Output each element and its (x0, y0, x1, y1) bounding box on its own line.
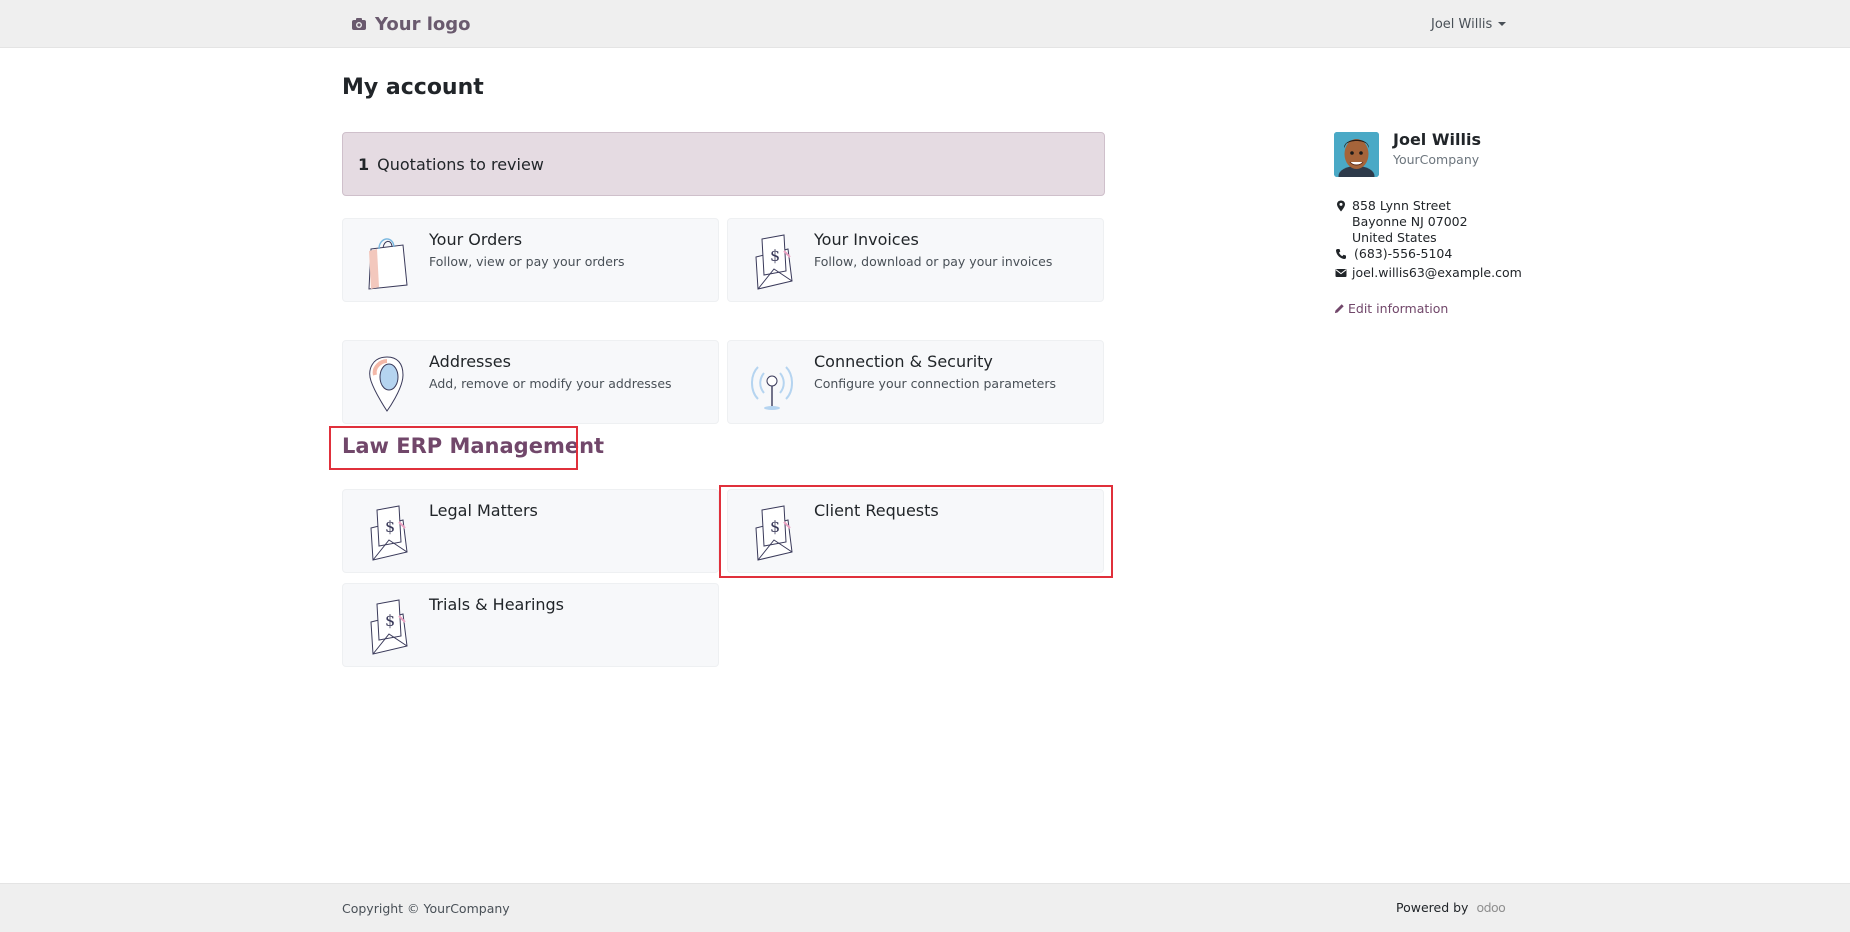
antenna-icon (751, 366, 793, 410)
card-title: Your Orders (429, 230, 523, 249)
sidebar-company: YourCompany (1393, 152, 1480, 167)
card-description: Configure your connection parameters (814, 376, 1056, 391)
document-envelope-icon: $ (370, 599, 408, 655)
card-legal-matters[interactable]: $ Legal Matters (342, 489, 719, 573)
card-addresses[interactable]: Addresses Add, remove or modify your add… (342, 340, 719, 424)
envelope-icon (1335, 269, 1347, 277)
address-line-1: 858 Lynn Street (1352, 198, 1451, 213)
document-envelope-icon: $ (370, 505, 408, 561)
user-dropdown[interactable]: Joel Willis (1431, 15, 1507, 33)
address-line-3: United States (1352, 230, 1437, 245)
card-title: Addresses (429, 352, 511, 371)
user-name: Joel Willis (1431, 16, 1493, 32)
top-navbar: Your logo Joel Willis (0, 0, 1850, 48)
quotations-alert[interactable]: 1 Quotations to review (342, 132, 1105, 196)
card-title: Legal Matters (429, 501, 538, 520)
law-erp-section-title: Law ERP Management (342, 434, 605, 458)
card-description: Add, remove or modify your addresses (429, 376, 672, 391)
map-marker-icon (1337, 200, 1345, 212)
svg-text:$: $ (770, 517, 780, 536)
phone-number: (683)-556-5104 (1354, 246, 1453, 261)
card-title: Trials & Hearings (429, 595, 565, 614)
footer: Copyright © YourCompany Powered by odoo (0, 883, 1850, 932)
card-title: Client Requests (814, 501, 939, 520)
odoo-logo[interactable]: odoo (1476, 900, 1505, 915)
logo-text: Your logo (375, 13, 471, 35)
sidebar-name: Joel Willis (1393, 130, 1481, 149)
avatar (1334, 132, 1379, 177)
address-line-2: Bayonne NJ 07002 (1352, 214, 1468, 229)
shopping-bag-icon (368, 238, 408, 290)
camera-icon (352, 18, 366, 30)
card-trials-hearings[interactable]: $ Trials & Hearings (342, 583, 719, 667)
card-description: Follow, download or pay your invoices (814, 254, 1053, 269)
svg-text:$: $ (385, 611, 395, 630)
card-connection-security[interactable]: Connection & Security Configure your con… (727, 340, 1104, 424)
edit-information-label: Edit information (1348, 301, 1449, 316)
card-your-orders[interactable]: Your Orders Follow, view or pay your ord… (342, 218, 719, 302)
copyright-text: Copyright © YourCompany (342, 901, 510, 916)
svg-text:$: $ (770, 246, 780, 265)
email-address: joel.willis63@example.com (1352, 265, 1522, 280)
card-description: Follow, view or pay your orders (429, 254, 625, 269)
caret-down-icon (1498, 22, 1507, 26)
edit-information-link[interactable]: Edit information (1334, 301, 1448, 316)
company-logo[interactable]: Your logo (351, 13, 471, 35)
powered-by-label: Powered by (1396, 900, 1469, 915)
avatar-face-icon (1334, 132, 1379, 177)
powered-by: Powered by odoo (1396, 900, 1506, 915)
quotations-count: 1 (358, 154, 370, 174)
invoice-envelope-icon: $ (755, 234, 793, 290)
document-envelope-icon: $ (755, 505, 793, 561)
quotations-label: Quotations to review (377, 154, 544, 174)
svg-text:$: $ (385, 517, 395, 536)
pencil-icon (1334, 304, 1344, 314)
page-title: My account (342, 75, 484, 100)
card-client-requests[interactable]: $ Client Requests (727, 489, 1104, 573)
card-title: Connection & Security (814, 352, 993, 371)
phone-icon (1336, 249, 1346, 259)
card-title: Your Invoices (814, 230, 919, 249)
map-pin-icon (369, 356, 404, 412)
card-your-invoices[interactable]: $ Your Invoices Follow, download or pay … (727, 218, 1104, 302)
